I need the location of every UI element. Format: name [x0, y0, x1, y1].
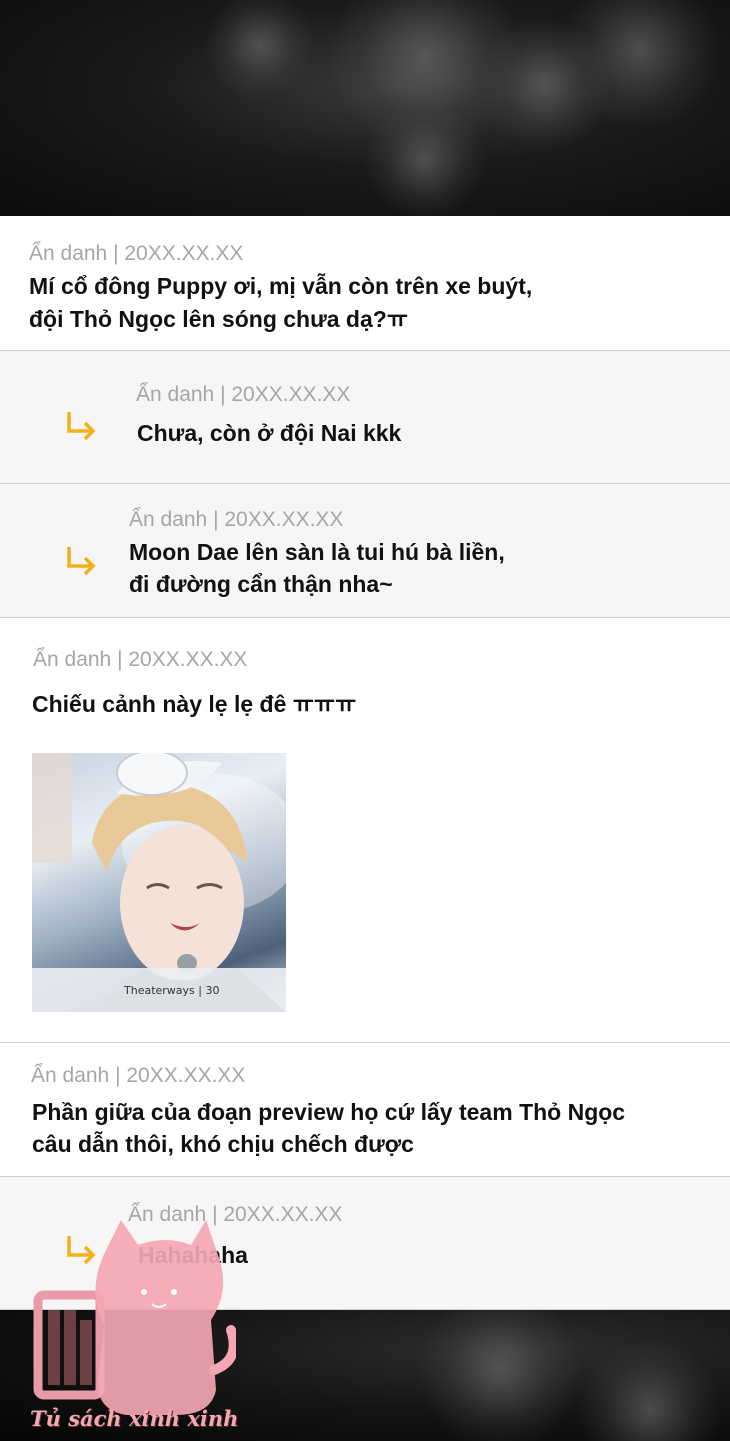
logo-text: Tủ sách xinh xinh [30, 1406, 239, 1431]
reply-arrow-icon [67, 412, 96, 441]
comment-text-line: Phần giữa của đoạn preview họ cứ lấy tea… [32, 1099, 626, 1125]
reply-arrow-icon [67, 547, 96, 576]
comment-meta: Ẩn danh | 20XX.XX.XX [29, 242, 244, 265]
reply-item: Ẩn danh | 20XX.XX.XX Moon Dae lên sàn là… [0, 484, 730, 618]
top-dark-banner [0, 0, 730, 216]
comment-item: Ẩn danh | 20XX.XX.XX Mí cổ đông Puppy ơi… [0, 216, 730, 351]
image-watermark: Theaterways | 30 [124, 984, 220, 997]
comment-text-line: đội Thỏ Ngọc lên sóng chưa dạ?ㅠ [29, 306, 408, 332]
comment-text-line: đi đường cẩn thận nha~ [129, 571, 393, 597]
comment-meta: Ẩn danh | 20XX.XX.XX [31, 1064, 246, 1087]
comment-attached-image[interactable]: Theaterways | 30 [32, 753, 286, 1012]
comment-text-line: Chưa, còn ở đội Nai kkk [137, 420, 402, 446]
pink-cat-bookshelf-logo-icon [33, 1220, 236, 1415]
comment-meta: Ẩn danh | 20XX.XX.XX [33, 648, 248, 671]
comment-meta: Ẩn danh | 20XX.XX.XX [129, 508, 344, 531]
comment-text-line: Mí cổ đông Puppy ơi, mị vẫn còn trên xe … [29, 273, 533, 299]
reply-item: Ẩn danh | 20XX.XX.XX Chưa, còn ở đội Nai… [0, 351, 730, 484]
comment-text-line: Chiếu cảnh này lẹ lẹ đê ㅠㅠㅠ [32, 691, 357, 717]
comment-meta: Ẩn danh | 20XX.XX.XX [136, 383, 351, 406]
comment-text-line: câu dẫn thôi, khó chịu chếch được [32, 1131, 414, 1157]
comment-text-line: Moon Dae lên sàn là tui hú bà liền, [129, 539, 505, 565]
comment-item: Ẩn danh | 20XX.XX.XX Phần giữa của đoạn … [0, 1043, 730, 1177]
